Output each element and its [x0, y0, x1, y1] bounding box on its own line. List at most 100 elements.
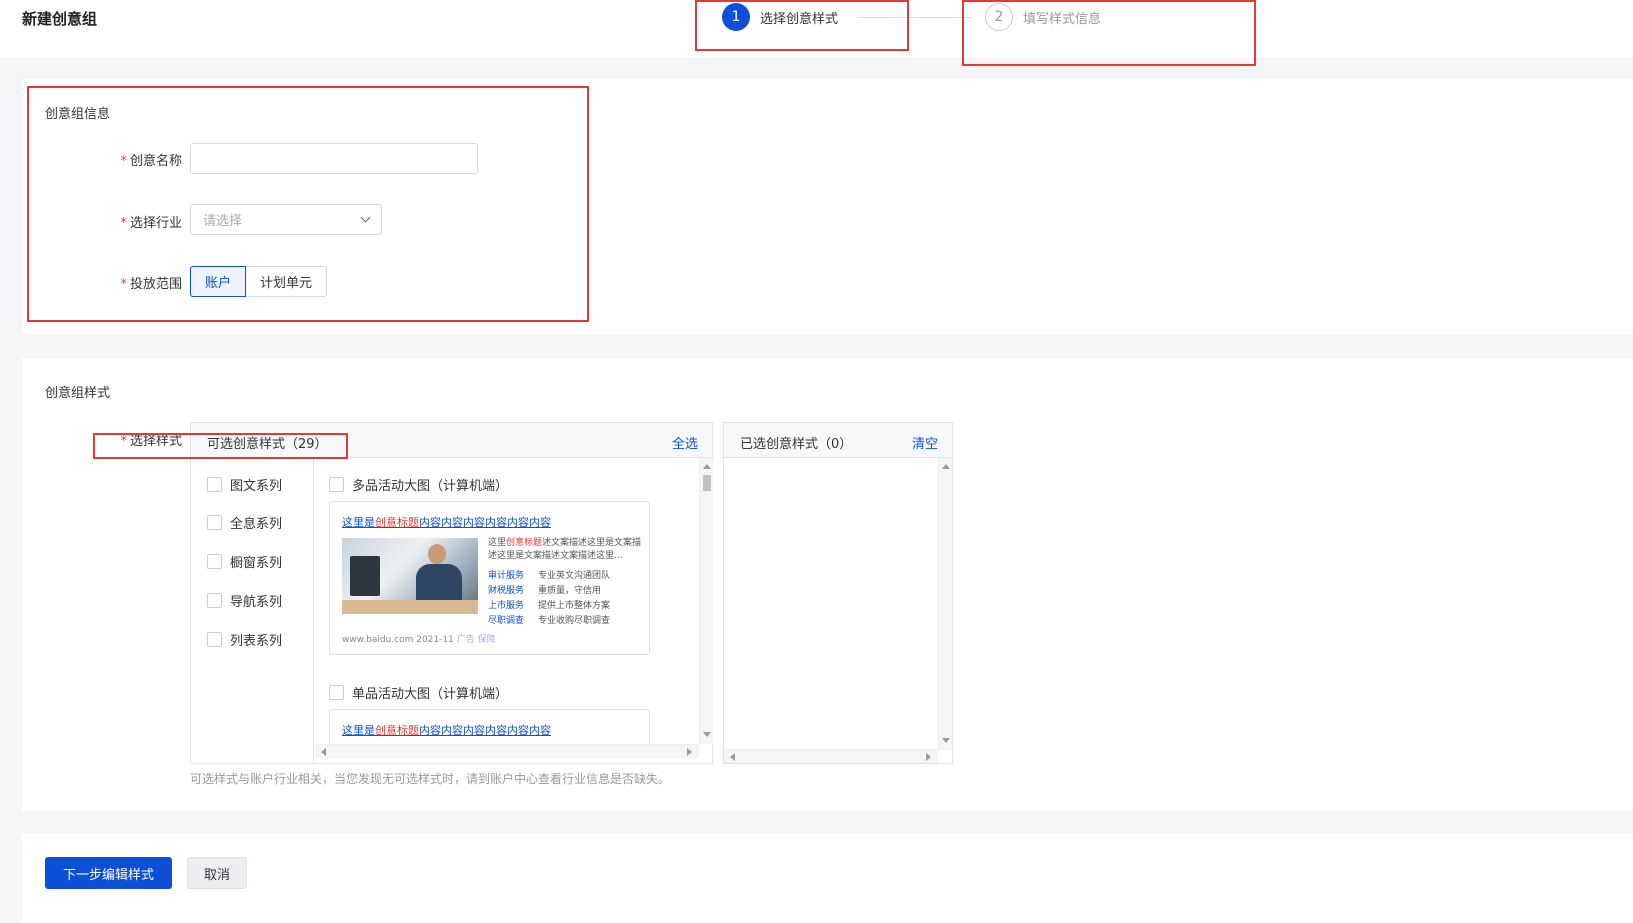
industry-label: * 选择行业: [120, 216, 182, 231]
service-value: 专业收购尽职调查: [538, 616, 611, 626]
category-label: 图文系列: [230, 479, 283, 494]
category-list: 图文系列 全息系列 橱窗系列 导航系列 列表系列: [191, 458, 314, 763]
service-value: 专业英文沟通团队: [538, 571, 611, 581]
scroll-right-icon[interactable]: [687, 748, 692, 756]
scroll-up-icon[interactable]: [703, 464, 711, 469]
scope-label-text: 投放范围: [129, 277, 182, 292]
preview-desc-highlight: 创意标题: [506, 538, 543, 548]
style-item-2[interactable]: 单品活动大图（计算机端）: [329, 683, 508, 702]
creative-name-input[interactable]: [190, 143, 478, 174]
preview-title-post: 内容内容内容内容内容内容: [419, 724, 551, 737]
preview-title-post: 内容内容内容内容内容内容: [419, 516, 551, 529]
badge-label: 保障: [477, 635, 496, 645]
checkbox[interactable]: [207, 554, 222, 569]
category-label: 橱窗系列: [230, 556, 283, 571]
category-item[interactable]: 图文系列: [207, 475, 282, 494]
service-key: 尽职调查: [488, 616, 525, 626]
monitor-shape: [350, 556, 380, 596]
industry-select[interactable]: 请选择: [190, 204, 382, 235]
preview-image: [342, 538, 478, 614]
next-step-button[interactable]: 下一步编辑样式: [45, 857, 172, 889]
scroll-left-icon[interactable]: [321, 748, 326, 756]
style-item-name: 多品活动大图（计算机端）: [352, 479, 509, 494]
available-styles-panel: 可选创意样式（29） 全选 图文系列 全息系列 橱窗系列 导航系列 列表系列 多…: [190, 422, 713, 764]
scroll-up-icon[interactable]: [942, 464, 950, 469]
horizontal-scrollbar[interactable]: [724, 749, 938, 763]
category-item[interactable]: 全息系列: [207, 513, 282, 532]
info-section-title: 创意组信息: [45, 107, 111, 122]
style-item-1[interactable]: 多品活动大图（计算机端）: [329, 475, 508, 494]
cancel-button[interactable]: 取消: [187, 857, 247, 889]
clear-link[interactable]: 清空: [912, 433, 938, 452]
select-style-label-text: 选择样式: [129, 434, 182, 449]
info-card: 创意组信息 * 创意名称 * 选择行业 请选择 * 投放范围 账户 计划单元: [22, 79, 1633, 334]
checkbox[interactable]: [207, 477, 222, 492]
industry-placeholder: 请选择: [203, 214, 243, 229]
step-2-label: 填写样式信息: [1023, 11, 1102, 27]
name-label-text: 创意名称: [129, 154, 182, 169]
service-row: 尽职调查 专业收购尽职调查: [488, 613, 610, 626]
service-key: 审计服务: [488, 571, 525, 581]
style-section-title: 创意组样式: [45, 386, 111, 401]
preview-title-highlight: 创意标题: [375, 724, 419, 737]
footer-card: 下一步编辑样式 取消: [22, 834, 1633, 923]
style-card: 创意组样式 * 选择样式 可选创意样式（29） 全选 图文系列 全息系列 橱窗系列…: [22, 358, 1633, 811]
step-2-number: 2: [985, 3, 1013, 31]
scope-plan-unit-button[interactable]: 计划单元: [246, 266, 328, 297]
preview-title-pre: 这里是: [342, 724, 375, 737]
vertical-scrollbar[interactable]: [938, 458, 952, 750]
style-hint-text: 可选样式与账户行业相关，当您发现无可选样式时，请到账户中心查看行业信息是否缺失。: [190, 772, 671, 786]
horizontal-scrollbar[interactable]: [315, 744, 699, 758]
select-style-label: * 选择样式: [120, 434, 182, 449]
checkbox[interactable]: [329, 477, 344, 492]
ad-label: 广告: [456, 635, 475, 645]
person-head-shape: [428, 544, 446, 564]
industry-label-text: 选择行业: [129, 216, 182, 231]
preview-title-pre: 这里是: [342, 516, 375, 529]
checkbox[interactable]: [207, 593, 222, 608]
preview-url: www.baidu.com 2021-11: [342, 635, 454, 645]
category-item[interactable]: 导航系列: [207, 591, 282, 610]
available-panel-title: 可选创意样式（29）: [207, 437, 328, 452]
select-all-link[interactable]: 全选: [672, 433, 698, 452]
category-label: 导航系列: [230, 595, 283, 610]
step-1-label: 选择创意样式: [760, 11, 839, 27]
step-2: 2 填写样式信息: [985, 3, 1101, 31]
selected-panel-title: 已选创意样式（0）: [740, 437, 853, 452]
preview-desc-pre: 这里: [488, 538, 507, 548]
vertical-scrollbar[interactable]: [699, 458, 713, 744]
checkbox[interactable]: [329, 685, 344, 700]
scope-label: * 投放范围: [120, 277, 182, 292]
service-row: 财税服务 重质量，守信用: [488, 583, 601, 596]
step-connector: [858, 17, 973, 18]
top-bar: 新建创意组 1 选择创意样式 2 填写样式信息: [0, 0, 1633, 58]
service-value: 重质量，守信用: [538, 586, 602, 596]
scroll-left-icon[interactable]: [730, 753, 735, 761]
checkbox[interactable]: [207, 515, 222, 530]
available-panel-header: 可选创意样式（29） 全选: [191, 423, 712, 458]
step-1-number: 1: [722, 3, 750, 31]
service-key: 财税服务: [488, 586, 525, 596]
style-preview-card[interactable]: 这里是创意标题内容内容内容内容内容内容 这里创意标题述文案描述这里是文案描述这里…: [329, 501, 650, 655]
preview-title: 这里是创意标题内容内容内容内容内容内容: [342, 514, 551, 530]
scroll-down-icon[interactable]: [703, 732, 711, 737]
service-row: 审计服务 专业英文沟通团队: [488, 568, 610, 581]
selected-panel-header: 已选创意样式（0） 清空: [724, 423, 952, 458]
name-label: * 创意名称: [120, 154, 182, 169]
category-label: 列表系列: [230, 634, 283, 649]
category-item[interactable]: 橱窗系列: [207, 552, 282, 571]
chevron-down-icon: [360, 212, 371, 223]
scroll-thumb[interactable]: [703, 475, 711, 491]
scroll-right-icon[interactable]: [926, 753, 931, 761]
service-value: 提供上市整体方案: [538, 601, 611, 611]
preview-footer: www.baidu.com 2021-11 广告 保障: [342, 632, 496, 645]
style-item-list: 多品活动大图（计算机端） 这里是创意标题内容内容内容内容内容内容 这里创意标题述…: [315, 458, 698, 744]
category-item[interactable]: 列表系列: [207, 630, 282, 649]
checkbox[interactable]: [207, 632, 222, 647]
scroll-down-icon[interactable]: [942, 738, 950, 743]
desk-shape: [342, 600, 478, 614]
style-preview-card[interactable]: 这里是创意标题内容内容内容内容内容内容: [329, 709, 650, 744]
scope-account-button[interactable]: 账户: [190, 266, 247, 297]
selected-styles-panel: 已选创意样式（0） 清空: [723, 422, 953, 764]
style-item-name: 单品活动大图（计算机端）: [352, 687, 509, 702]
